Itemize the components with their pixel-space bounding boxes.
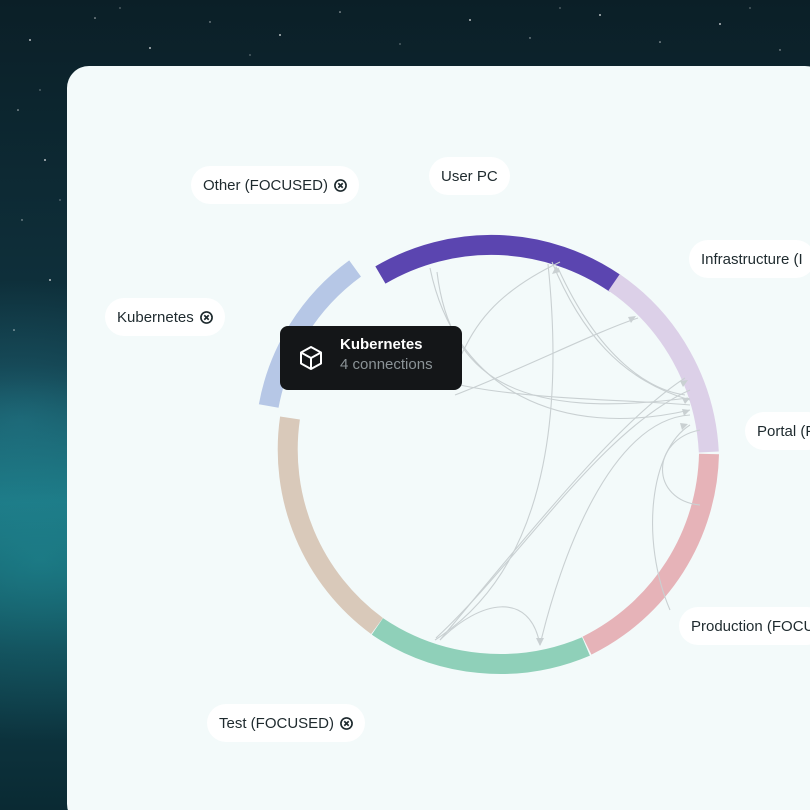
chord-line (662, 429, 701, 506)
node-label-portal[interactable]: Portal (F (745, 412, 810, 450)
remove-filter-icon[interactable] (334, 178, 347, 192)
node-label-production[interactable]: Production (FOCU (679, 607, 810, 645)
node-tooltip: Kubernetes 4 connections (280, 326, 462, 390)
node-label-text: Production (FOCU (691, 617, 810, 635)
node-label-text: Infrastructure (I (701, 250, 803, 268)
arc-misc[interactable] (277, 416, 383, 635)
node-label-text: Portal (F (757, 422, 810, 440)
node-label-text: User PC (441, 167, 498, 185)
chord-line (454, 317, 639, 396)
node-label-infrastructure[interactable]: Infrastructure (I (689, 240, 810, 278)
arc-user-pc[interactable] (375, 234, 621, 292)
node-label-text: Test (FOCUSED) (219, 714, 335, 732)
node-label-other[interactable]: Other (FOCUSED) (191, 166, 360, 204)
remove-filter-icon[interactable] (199, 310, 213, 324)
chord-line (455, 261, 561, 366)
node-label-user-pc[interactable]: User PC (429, 157, 510, 195)
node-label-kubernetes[interactable]: Kubernetes (105, 298, 225, 336)
chord-line (434, 263, 554, 641)
cube-icon (300, 346, 322, 370)
node-label-text: Kubernetes (117, 308, 194, 326)
remove-filter-icon[interactable] (340, 716, 353, 730)
chord-line (539, 414, 691, 646)
tooltip-title: Kubernetes (340, 336, 423, 353)
node-label-text: Other (FOCUSED) (203, 176, 329, 194)
node-label-test[interactable]: Test (FOCUSED) (207, 704, 366, 742)
chord-diagram-panel: Other (FOCUSED) User PC Infrastructure (… (67, 66, 810, 810)
chord-line (429, 267, 691, 420)
tooltip-subtitle: 4 connections (340, 356, 433, 373)
arc-test[interactable] (371, 618, 590, 674)
